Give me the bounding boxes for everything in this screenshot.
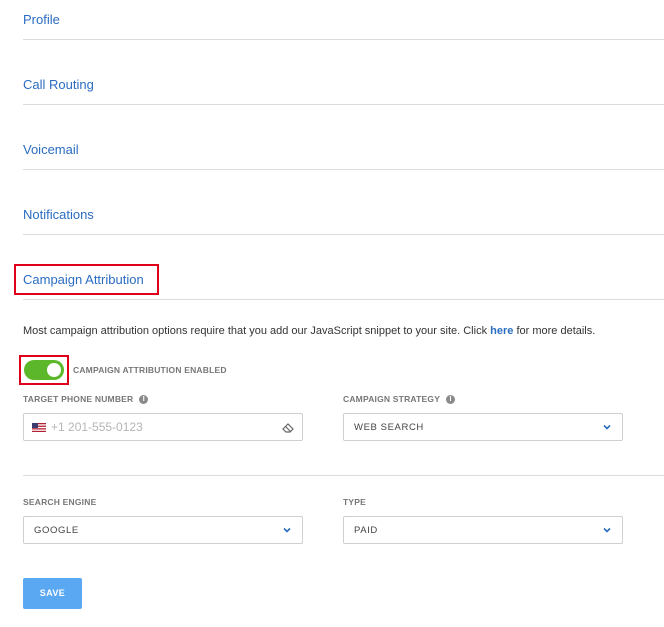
section-profile: Profile xyxy=(23,0,664,40)
description-text-before: Most campaign attribution options requir… xyxy=(23,325,491,337)
section-call-routing: Call Routing xyxy=(23,39,664,105)
chevron-down-icon xyxy=(603,527,611,533)
toggle-knob xyxy=(47,363,61,377)
campaign-strategy-label-text: CAMPAIGN STRATEGY xyxy=(343,394,441,404)
search-engine-label: SEARCH ENGINE xyxy=(23,497,97,507)
chevron-down-icon xyxy=(283,527,291,533)
target-phone-input[interactable]: +1 201-555-0123 xyxy=(23,413,303,441)
campaign-strategy-select[interactable]: WEB SEARCH xyxy=(343,413,623,441)
campaign-attribution-highlight xyxy=(14,264,159,295)
description-text-after: for more details. xyxy=(513,325,596,337)
save-button[interactable]: SAVE xyxy=(23,578,82,609)
section-voicemail: Voicemail xyxy=(23,104,664,170)
section-link-voicemail[interactable]: Voicemail xyxy=(23,142,79,157)
type-label: TYPE xyxy=(343,497,367,507)
toggle-label: CAMPAIGN ATTRIBUTION ENABLED xyxy=(73,365,227,375)
form-divider xyxy=(23,475,664,476)
section-link-call-routing[interactable]: Call Routing xyxy=(23,77,94,92)
info-icon[interactable]: i xyxy=(446,395,456,405)
target-phone-label-text: TARGET PHONE NUMBER xyxy=(23,394,134,404)
campaign-strategy-value: WEB SEARCH xyxy=(354,422,424,433)
section-link-profile[interactable]: Profile xyxy=(23,12,60,27)
eraser-icon[interactable] xyxy=(282,422,294,433)
details-link[interactable]: here xyxy=(490,325,513,337)
section-notifications: Notifications xyxy=(23,169,664,235)
type-value: PAID xyxy=(354,525,378,536)
search-engine-value: GOOGLE xyxy=(34,525,79,536)
target-phone-label: TARGET PHONE NUMBER i xyxy=(23,394,149,405)
campaign-attribution-toggle[interactable] xyxy=(24,360,64,380)
search-engine-select[interactable]: GOOGLE xyxy=(23,516,303,544)
type-select[interactable]: PAID xyxy=(343,516,623,544)
us-flag-icon[interactable] xyxy=(32,423,46,432)
campaign-strategy-label: CAMPAIGN STRATEGY i xyxy=(343,394,456,405)
campaign-attribution-description: Most campaign attribution options requir… xyxy=(23,325,595,337)
section-link-notifications[interactable]: Notifications xyxy=(23,207,94,222)
chevron-down-icon xyxy=(603,424,611,430)
phone-placeholder: +1 201-555-0123 xyxy=(51,420,143,434)
info-icon[interactable]: i xyxy=(139,395,149,405)
